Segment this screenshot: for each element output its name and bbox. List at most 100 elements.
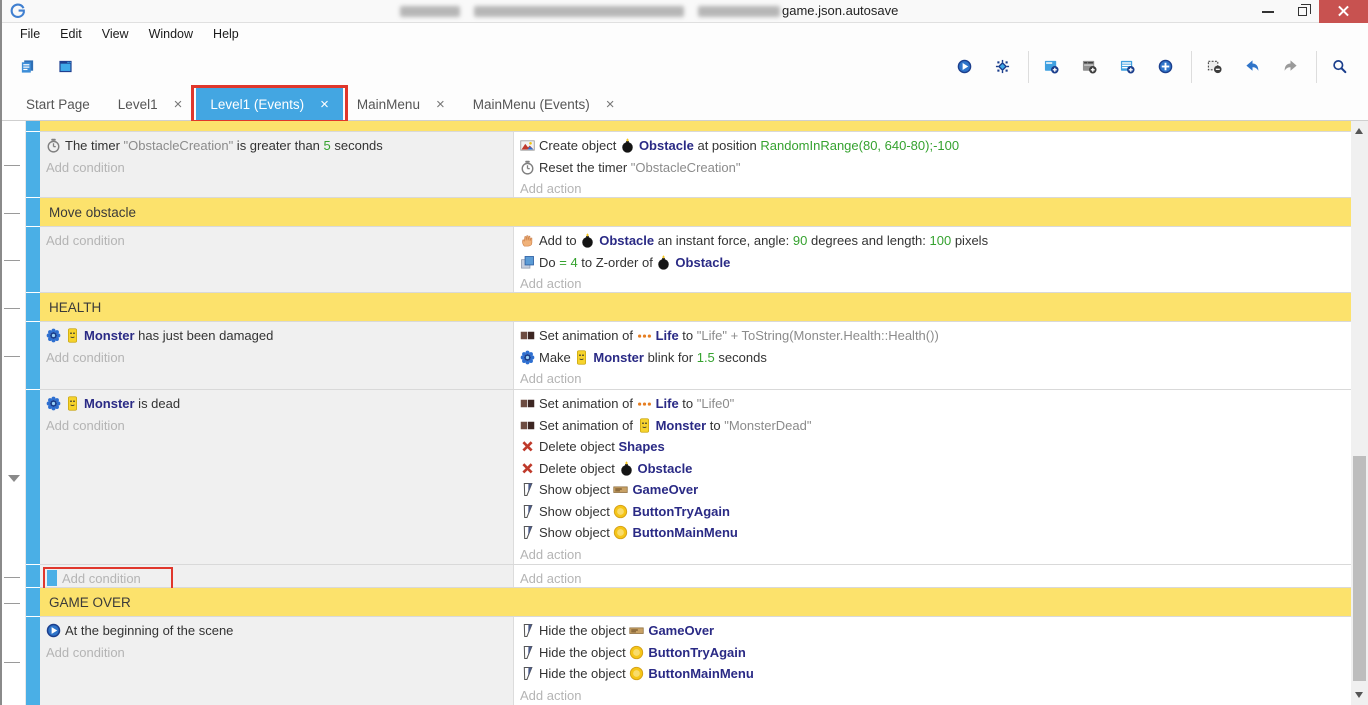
actions-cell[interactable]: Add to Obstacle an instant force, angle:… (513, 227, 1353, 292)
conditions-cell[interactable]: Add condition (40, 227, 513, 292)
event-drag-handle[interactable] (26, 588, 40, 616)
scroll-down-icon[interactable] (1355, 692, 1363, 698)
action-line[interactable]: Delete object Shapes (514, 436, 1353, 458)
add-condition-button[interactable]: Add condition (46, 350, 125, 365)
tab-level1[interactable]: Level1× (104, 88, 197, 120)
action-line[interactable]: Set animation of Monster to "MonsterDead… (514, 415, 1353, 437)
event-drag-handle[interactable] (26, 617, 40, 705)
event-drag-handle[interactable] (26, 390, 40, 564)
event-drag-handle[interactable] (26, 121, 40, 131)
play-button[interactable] (947, 48, 985, 86)
monster-icon (65, 328, 80, 343)
action-line[interactable]: Make Monster blink for 1.5 seconds (514, 347, 1353, 369)
add-condition-button[interactable]: Add condition (46, 233, 125, 248)
comment-text[interactable]: GAME OVER (40, 588, 1353, 616)
action-line[interactable]: Add to Obstacle an instant force, angle:… (514, 230, 1353, 252)
event-drag-handle[interactable] (26, 565, 40, 587)
event-drag-handle[interactable] (26, 293, 40, 321)
action-line[interactable]: Hide the object GameOver (514, 620, 1353, 642)
comment-text[interactable] (40, 121, 1353, 131)
add-action-button[interactable]: Add action (520, 371, 581, 386)
tab-close-icon[interactable]: × (174, 96, 183, 113)
action-line[interactable]: Set animation of Life to "Life0" (514, 393, 1353, 415)
delete-event-button[interactable] (1197, 48, 1235, 86)
add-action-button[interactable]: Add action (520, 276, 581, 291)
event-drag-handle[interactable] (26, 227, 40, 292)
conditions-cell[interactable]: Monster is dead Add condition (40, 390, 513, 564)
add-condition-button[interactable]: Add condition (46, 418, 125, 433)
scroll-up-icon[interactable] (1355, 128, 1363, 134)
add-subevent-button[interactable] (1072, 48, 1110, 86)
action-line[interactable]: Hide the object ButtonMainMenu (514, 663, 1353, 685)
tab-level1-events[interactable]: Level1 (Events)× (196, 88, 343, 120)
minimize-button[interactable] (1251, 0, 1285, 23)
comment-text[interactable]: Move obstacle (40, 198, 1353, 226)
add-circle-button[interactable] (1148, 48, 1186, 86)
conditions-cell[interactable]: The timer "ObstacleCreation" is greater … (40, 132, 513, 197)
add-condition-button-label: Add condition (46, 233, 125, 248)
action-line[interactable]: Reset the timer "ObstacleCreation" (514, 157, 1353, 179)
add-action-button[interactable]: Add action (520, 181, 581, 196)
tab-close-icon[interactable]: × (606, 96, 615, 113)
event-drag-handle[interactable] (26, 322, 40, 389)
delete-icon (520, 461, 535, 476)
conditions-cell[interactable]: At the beginning of the scene Add conditi… (40, 617, 513, 705)
menu-view[interactable]: View (92, 25, 139, 43)
menu-window[interactable]: Window (139, 25, 203, 43)
tab-close-icon[interactable]: × (320, 96, 329, 113)
text-segment-plain: Hide the object (539, 623, 629, 638)
debug-button[interactable] (985, 48, 1023, 86)
tab-start-page[interactable]: Start Page (12, 88, 104, 120)
add-condition-button[interactable]: Add condition (46, 160, 125, 175)
add-action-button[interactable]: Add action (520, 571, 581, 586)
add-action-button-label: Add action (520, 276, 581, 291)
tab-close-icon[interactable]: × (436, 96, 445, 113)
event-drag-handle[interactable] (26, 198, 40, 226)
tab-mainmenu-events[interactable]: MainMenu (Events)× (459, 88, 629, 120)
actions-cell[interactable]: Set animation of Life to "Life0"Set anim… (513, 390, 1353, 564)
action-line[interactable]: Hide the object ButtonTryAgain (514, 642, 1353, 664)
window-title: game.json.autosave (782, 3, 898, 18)
tab-mainmenu[interactable]: MainMenu× (343, 88, 459, 120)
comment-text[interactable]: HEALTH (40, 293, 1353, 321)
add-condition-button[interactable]: Add condition (43, 567, 173, 588)
event-drag-handle[interactable] (26, 132, 40, 197)
actions-cell[interactable]: Set animation of Life to "Life" + ToStri… (513, 322, 1353, 389)
action-line[interactable]: Do = 4 to Z-order of Obstacle (514, 252, 1353, 274)
add-comment-button[interactable] (1110, 48, 1148, 86)
menu-file[interactable]: File (10, 25, 50, 43)
scrollbar-thumb[interactable] (1353, 456, 1366, 681)
scene-editor-button[interactable] (48, 48, 86, 86)
menu-help[interactable]: Help (203, 25, 249, 43)
action-line[interactable]: Set animation of Life to "Life" + ToStri… (514, 325, 1353, 347)
close-button[interactable] (1319, 0, 1368, 23)
add-action-button[interactable]: Add action (520, 547, 581, 562)
action-line[interactable]: Delete object Obstacle (514, 458, 1353, 480)
condition-line[interactable]: Monster has just been damaged (40, 325, 513, 347)
redo-button[interactable] (1273, 48, 1311, 86)
add-comment-icon (1120, 59, 1135, 74)
undo-button[interactable] (1235, 48, 1273, 86)
add-event-button[interactable] (1034, 48, 1072, 86)
action-line[interactable]: Show object ButtonMainMenu (514, 522, 1353, 544)
actions-cell[interactable]: Create object Obstacle at position Rando… (513, 132, 1353, 197)
condition-line[interactable]: At the beginning of the scene (40, 620, 513, 642)
project-manager-button[interactable] (10, 48, 48, 86)
menu-edit[interactable]: Edit (50, 25, 92, 43)
add-condition-button[interactable]: Add condition (46, 645, 125, 660)
action-line[interactable]: Show object GameOver (514, 479, 1353, 501)
action-line[interactable]: Show object ButtonTryAgain (514, 501, 1353, 523)
event-expander-icon[interactable] (2, 390, 26, 565)
condition-line[interactable]: Monster is dead (40, 393, 513, 415)
search-button[interactable] (1322, 48, 1360, 86)
conditions-cell[interactable]: Add condition (40, 565, 513, 587)
vertical-scrollbar[interactable] (1351, 121, 1368, 705)
conditions-cell[interactable]: Monster has just been damaged Add conditi… (40, 322, 513, 389)
action-line[interactable]: Create object Obstacle at position Rando… (514, 135, 1353, 157)
restore-button[interactable] (1285, 0, 1319, 23)
actions-cell[interactable]: Add action (513, 565, 1353, 587)
add-action-button[interactable]: Add action (520, 688, 581, 703)
condition-line[interactable]: The timer "ObstacleCreation" is greater … (40, 135, 513, 157)
text-segment-obj: Monster (84, 396, 135, 411)
actions-cell[interactable]: Hide the object GameOverHide the object … (513, 617, 1353, 705)
